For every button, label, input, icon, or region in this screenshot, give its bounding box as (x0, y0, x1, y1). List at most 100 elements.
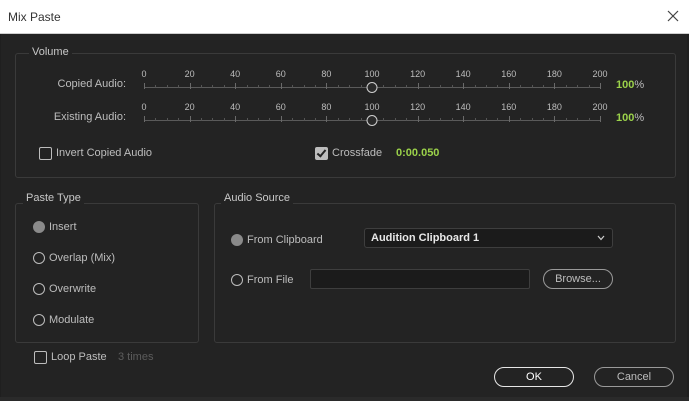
copied-audio-slider-tick-label: 40 (230, 69, 241, 79)
existing-audio-slider-tick-label: 180 (546, 102, 562, 112)
existing-audio-slider-tick (531, 118, 533, 121)
copied-audio-slider-tick (223, 85, 225, 88)
existing-audio-slider-tick (315, 118, 316, 121)
radio-from-file-label: From File (247, 274, 294, 286)
existing-audio-slider-tick (292, 118, 294, 121)
file-path-field[interactable] (310, 269, 530, 289)
existing-audio-slider-tick (166, 118, 168, 121)
copied-audio-slider-thumb[interactable] (366, 82, 378, 93)
copied-audio-slider-tick (508, 83, 510, 89)
copied-audio-slider-tick (474, 85, 476, 88)
copied-audio-slider-tick (486, 85, 487, 88)
loop-paste-checkbox[interactable] (34, 351, 47, 364)
existing-audio-value[interactable]: 100% (616, 112, 644, 124)
copied-audio-slider-tick (178, 85, 180, 88)
radio-insert[interactable] (33, 221, 45, 233)
copied-audio-slider-tick (394, 85, 396, 88)
existing-audio-label: Existing Audio: (53, 111, 126, 123)
copied-audio-slider-tick-labels: 0 20 40 60 80 100 120 140 160 180 200 (141, 69, 607, 81)
copied-audio-slider-tick (383, 85, 385, 88)
copied-audio-slider-tick (258, 85, 259, 88)
loop-times-value[interactable]: 3 times (118, 351, 153, 363)
chevron-down-icon (597, 235, 605, 241)
copied-audio-slider-tick (440, 85, 442, 88)
existing-audio-slider-tick (201, 118, 202, 121)
existing-audio-slider-tick (246, 118, 248, 121)
close-icon[interactable] (665, 8, 681, 24)
radio-from-file[interactable] (231, 274, 243, 286)
copied-audio-slider-tick-label: 80 (321, 69, 332, 79)
copied-audio-slider-tick (429, 85, 430, 88)
existing-audio-slider-tick (588, 118, 590, 121)
copied-audio-slider-tick (600, 83, 601, 89)
copied-audio-slider-tick (451, 85, 453, 88)
existing-audio-slider-tick-label: 140 (455, 102, 471, 112)
copied-audio-slider-tick-label: 0 (141, 69, 147, 79)
copied-audio-slider-tick (280, 83, 282, 89)
invert-copied-audio-checkbox[interactable] (39, 147, 52, 160)
existing-audio-slider-tick (577, 118, 579, 121)
copied-audio-slider-tick (212, 85, 214, 88)
copied-audio-slider-tick (520, 85, 522, 88)
existing-audio-slider-tick (486, 118, 487, 121)
copied-audio-slider-tick (246, 85, 248, 88)
copied-audio-slider[interactable]: 0 20 40 60 80 100 120 140 160 180 200 (141, 69, 608, 95)
radio-insert-label: Insert (49, 221, 77, 233)
copied-audio-slider-tick (189, 83, 191, 89)
cancel-button[interactable]: Cancel (594, 367, 674, 387)
copied-audio-slider-tick (565, 85, 567, 88)
existing-audio-slider-tick (440, 118, 442, 121)
copied-audio-label: Copied Audio: (57, 78, 127, 90)
window-title: Mix Paste (8, 10, 61, 24)
radio-overwrite-label: Overwrite (49, 283, 97, 295)
copied-audio-slider-tick (155, 85, 157, 88)
existing-audio-slider-tick (600, 116, 601, 122)
loop-paste-label: Loop Paste (51, 351, 107, 363)
copied-audio-slider-tick-label: 100 (364, 69, 380, 79)
volume-group-label: Volume (29, 46, 72, 58)
existing-audio-slider-tick (144, 116, 145, 122)
ok-button[interactable]: OK (494, 367, 574, 387)
existing-audio-slider-tick-label: 20 (184, 102, 195, 112)
radio-modulate[interactable] (33, 314, 45, 326)
existing-audio-slider-tick-label: 120 (410, 102, 426, 112)
existing-audio-slider[interactable]: 0 20 40 60 80 100 120 140 160 180 200 (141, 102, 608, 128)
crossfade-value[interactable]: 0:00.050 (396, 147, 439, 159)
existing-audio-slider-tick (326, 116, 328, 122)
clipboard-dropdown-value: Audition Clipboard 1 (371, 232, 480, 244)
existing-audio-slider-tick (508, 116, 510, 122)
existing-audio-slider-tick-label: 40 (230, 102, 241, 112)
existing-audio-slider-tick-label: 200 (592, 102, 608, 112)
existing-audio-slider-tick (280, 116, 282, 122)
copied-audio-slider-tick (417, 83, 419, 89)
copied-audio-value[interactable]: 100% (616, 79, 644, 91)
existing-audio-slider-tick (394, 118, 396, 121)
copied-audio-slider-tick-label: 120 (410, 69, 426, 79)
browse-button[interactable]: Browse... (543, 269, 613, 289)
radio-overlap-mix[interactable] (33, 252, 45, 264)
existing-audio-slider-tick (474, 118, 476, 121)
crossfade-checkbox[interactable] (315, 147, 328, 160)
radio-from-clipboard[interactable] (231, 234, 243, 246)
existing-audio-slider-tick (383, 118, 385, 121)
existing-audio-slider-tick (269, 118, 271, 121)
existing-audio-slider-tick-labels: 0 20 40 60 80 100 120 140 160 180 200 (141, 102, 607, 114)
copied-audio-slider-tick-label: 20 (184, 69, 195, 79)
copied-audio-slider-tick (360, 85, 362, 88)
copied-audio-slider-tick (531, 85, 533, 88)
radio-overwrite[interactable] (33, 283, 45, 295)
audio-source-group-label: Audio Source (221, 192, 294, 204)
copied-audio-slider-tick (588, 85, 590, 88)
existing-audio-slider-tick-label: 60 (275, 102, 286, 112)
existing-audio-slider-tick (451, 118, 453, 121)
copied-audio-slider-tick-label: 180 (546, 69, 562, 79)
existing-audio-slider-tick-label: 80 (321, 102, 332, 112)
existing-audio-slider-tick (406, 118, 408, 121)
existing-audio-slider-tick (235, 116, 237, 122)
copied-audio-slider-tick-label: 140 (455, 69, 471, 79)
copied-audio-slider-tick-label: 200 (592, 69, 608, 79)
clipboard-dropdown[interactable]: Audition Clipboard 1 (364, 228, 613, 248)
copied-audio-slider-tick (337, 85, 339, 88)
copied-audio-slider-tick (201, 85, 202, 88)
existing-audio-slider-thumb[interactable] (366, 115, 378, 126)
